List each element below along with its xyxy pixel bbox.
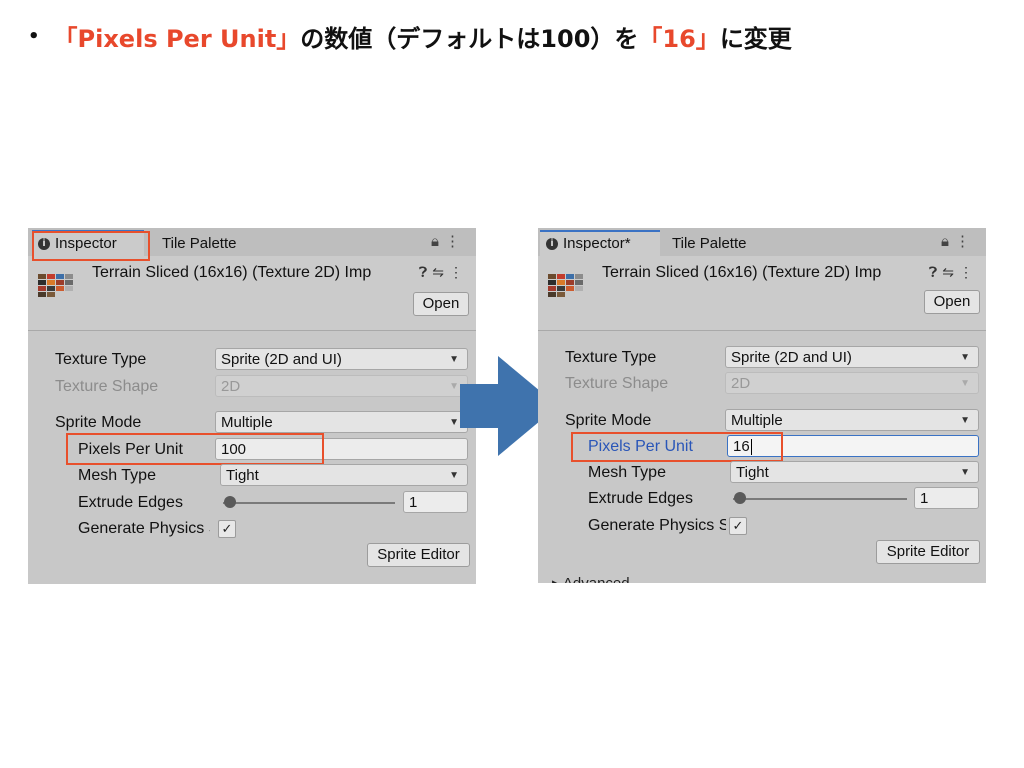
dropdown-value: Tight <box>736 464 769 481</box>
preset-sliders-icon[interactable]: ⇋ <box>432 264 449 280</box>
mesh-type-label: Mesh Type <box>588 464 666 481</box>
advanced-foldout-partial[interactable]: ▸ Advanced <box>552 574 630 583</box>
tab-label: Tile Palette <box>672 235 747 252</box>
chevron-down-icon: ▼ <box>960 378 970 389</box>
sprite-mode-label: Sprite Mode <box>565 412 652 429</box>
tab-label: Tile Palette <box>162 235 237 252</box>
tab-label: Inspector* <box>563 235 631 252</box>
tab-inspector[interactable]: i Inspector* <box>540 230 660 258</box>
dropdown-value: Multiple <box>731 412 783 429</box>
texture-shape-dropdown: 2D ▼ <box>725 372 979 394</box>
texture-thumbnail <box>38 274 76 297</box>
asset-header: Terrain Sliced (16x16) (Texture 2D) Imp … <box>28 256 476 331</box>
open-button[interactable]: Open <box>413 292 469 316</box>
dropdown-value: 2D <box>221 378 241 395</box>
dropdown-value: Multiple <box>221 414 273 431</box>
texture-type-dropdown[interactable]: Sprite (2D and UI) ▼ <box>725 346 979 368</box>
chevron-down-icon: ▼ <box>449 381 459 392</box>
extrude-edges-label: Extrude Edges <box>588 490 693 507</box>
chevron-down-icon: ▼ <box>449 354 459 365</box>
kebab-menu-icon[interactable]: ⋮ <box>955 233 976 250</box>
chevron-down-icon: ▼ <box>449 470 459 481</box>
mesh-type-dropdown[interactable]: Tight ▼ <box>220 464 468 486</box>
inspector-panel-after: i Inspector* Tile Palette 🔒︎⋮ Terrain Sli… <box>538 228 986 583</box>
generate-physics-checkbox[interactable]: ✓ <box>729 517 747 535</box>
extrude-edges-field[interactable]: 1 <box>403 491 468 513</box>
chevron-down-icon: ▼ <box>960 415 970 426</box>
extrude-slider-track[interactable] <box>223 502 395 504</box>
extrude-edges-label: Extrude Edges <box>78 494 183 511</box>
asset-header: Terrain Sliced (16x16) (Texture 2D) Imp … <box>538 256 986 331</box>
heading-text-end: に変更 <box>719 24 792 53</box>
generate-physics-label: Generate Physics S <box>78 520 210 537</box>
lock-icon[interactable]: 🔒︎ <box>941 233 955 250</box>
preset-sliders-icon[interactable]: ⇋ <box>942 264 959 280</box>
tab-tile-palette[interactable]: Tile Palette <box>672 232 782 256</box>
dropdown-value: Sprite (2D and UI) <box>731 349 852 366</box>
sprite-editor-button[interactable]: Sprite Editor <box>367 543 470 567</box>
sprite-mode-label: Sprite Mode <box>55 414 142 431</box>
texture-shape-dropdown: 2D ▼ <box>215 375 468 397</box>
help-icon[interactable]: ❓︎ <box>929 264 942 280</box>
tab-bar: i Inspector* Tile Palette 🔒︎⋮ <box>538 228 986 258</box>
extrude-edges-field[interactable]: 1 <box>914 487 979 509</box>
ppu-highlight-box <box>571 432 783 462</box>
kebab-menu-icon[interactable]: ⋮ <box>449 264 468 280</box>
sprite-editor-button[interactable]: Sprite Editor <box>876 540 980 564</box>
bullet: • <box>28 25 40 47</box>
chevron-right-icon: ▸ <box>552 575 563 583</box>
chevron-down-icon: ▼ <box>960 467 970 478</box>
heading-text: の数値（デフォルトは100）を <box>300 24 639 53</box>
asset-title: Terrain Sliced (16x16) (Texture 2D) Imp <box>602 264 882 281</box>
texture-shape-label: Texture Shape <box>565 375 669 392</box>
texture-type-dropdown[interactable]: Sprite (2D and UI) ▼ <box>215 348 468 370</box>
texture-thumbnail <box>548 274 586 297</box>
asset-title: Terrain Sliced (16x16) (Texture 2D) Imp <box>92 264 372 281</box>
extrude-slider-track[interactable] <box>733 498 907 500</box>
chevron-down-icon: ▼ <box>960 352 970 363</box>
info-icon: i <box>546 238 558 251</box>
kebab-menu-icon[interactable]: ⋮ <box>445 233 466 250</box>
help-icon[interactable]: ❓︎ <box>419 264 432 280</box>
slide-heading: • 「Pixels Per Unit」 の数値（デフォルトは100）を 「16」… <box>28 18 792 54</box>
sprite-mode-dropdown[interactable]: Multiple ▼ <box>725 409 979 431</box>
dropdown-value: Sprite (2D and UI) <box>221 351 342 368</box>
texture-shape-label: Texture Shape <box>55 378 159 395</box>
advanced-label: Advanced <box>563 575 630 583</box>
kebab-menu-icon[interactable]: ⋮ <box>959 264 978 280</box>
inspector-tab-highlight-box <box>32 231 150 261</box>
mesh-type-dropdown[interactable]: Tight ▼ <box>730 461 979 483</box>
header-icons: ❓︎⇋⋮ <box>419 264 468 281</box>
open-button[interactable]: Open <box>924 290 980 314</box>
extrude-slider-knob[interactable] <box>734 492 746 504</box>
generate-physics-checkbox[interactable]: ✓ <box>218 520 236 538</box>
inspector-panel-before: i Inspector Tile Palette 🔒︎⋮ Terrain Slic… <box>28 228 476 584</box>
heading-accent-field: 「Pixels Per Unit」 <box>53 24 301 53</box>
chevron-down-icon: ▼ <box>449 417 459 428</box>
header-icons: ❓︎⇋⋮ <box>929 264 978 281</box>
lock-icon[interactable]: 🔒︎ <box>431 233 445 250</box>
tab-bar-icons: 🔒︎⋮ <box>941 232 976 250</box>
tab-bar-icons: 🔒︎⋮ <box>431 232 466 250</box>
extrude-slider-knob[interactable] <box>224 496 236 508</box>
sprite-mode-dropdown[interactable]: Multiple ▼ <box>215 411 468 433</box>
heading-accent-value: 「16」 <box>638 24 720 53</box>
texture-type-label: Texture Type <box>55 351 147 368</box>
dropdown-value: Tight <box>226 467 259 484</box>
texture-type-label: Texture Type <box>565 349 657 366</box>
mesh-type-label: Mesh Type <box>78 467 156 484</box>
dropdown-value: 2D <box>731 375 751 392</box>
generate-physics-label: Generate Physics S <box>588 517 726 534</box>
tab-tile-palette[interactable]: Tile Palette <box>162 232 272 256</box>
ppu-highlight-box <box>66 433 324 465</box>
